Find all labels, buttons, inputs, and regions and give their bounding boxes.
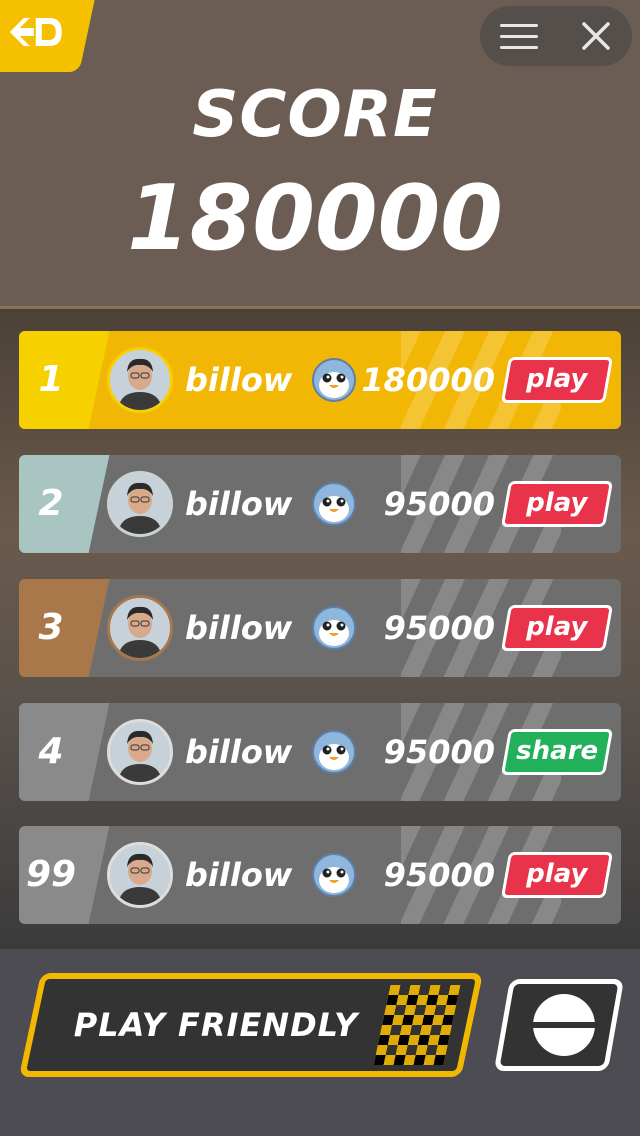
rank-badge: 99 — [19, 826, 119, 924]
leaderboard-row: 4 billow 95000 share — [19, 703, 621, 801]
rank-number: 4 — [38, 731, 64, 772]
footer-bar: PLAY FRIENDLY — [0, 949, 640, 1136]
leaderboard: 1 billow 180000 play 2 billow 95000 play… — [0, 309, 640, 949]
score-label: SCORE — [192, 78, 438, 152]
play-button-label: play — [526, 859, 588, 889]
play-friendly-label: PLAY FRIENDLY — [73, 1006, 359, 1044]
play-friendly-button[interactable]: PLAY FRIENDLY — [18, 973, 484, 1077]
player-name: billow — [185, 856, 293, 894]
player-score: 95000 — [383, 733, 495, 771]
share-button-label: share — [516, 736, 599, 766]
leaderboard-row: 2 billow 95000 play — [19, 455, 621, 553]
rank-number: 1 — [38, 359, 64, 400]
hd-logo-icon[interactable] — [0, 0, 97, 72]
menu-icon[interactable] — [500, 18, 538, 54]
rank-number: 2 — [38, 483, 64, 524]
rank-number: 99 — [25, 854, 77, 895]
avatar[interactable] — [107, 719, 173, 785]
player-score: 95000 — [383, 609, 495, 647]
share-button[interactable]: share — [500, 729, 614, 775]
close-icon[interactable] — [576, 16, 616, 56]
penguin-icon — [311, 852, 357, 898]
rank-badge: 4 — [19, 703, 119, 801]
player-name: billow — [185, 733, 293, 771]
avatar[interactable] — [107, 595, 173, 661]
play-button[interactable]: play — [500, 605, 614, 651]
play-button[interactable]: play — [500, 852, 614, 898]
avatar[interactable] — [107, 471, 173, 537]
rank-badge: 1 — [19, 331, 119, 429]
leaderboard-row: 99 billow 95000 play — [19, 826, 621, 924]
player-name: billow — [185, 609, 293, 647]
penguin-icon — [311, 481, 357, 527]
player-score: 180000 — [361, 361, 495, 399]
leaderboard-row: 1 billow 180000 play — [19, 331, 621, 429]
play-button[interactable]: play — [500, 357, 614, 403]
penguin-icon — [311, 357, 357, 403]
ball-icon — [533, 994, 595, 1056]
avatar[interactable] — [107, 842, 173, 908]
player-score: 95000 — [383, 856, 495, 894]
play-button-label: play — [526, 612, 588, 642]
rank-badge: 2 — [19, 455, 119, 553]
play-button[interactable]: play — [500, 481, 614, 527]
avatar[interactable] — [107, 347, 173, 413]
score-value: 180000 — [127, 166, 503, 271]
play-button-label: play — [526, 364, 588, 394]
play-button-label: play — [526, 488, 588, 518]
player-name: billow — [185, 361, 293, 399]
player-score: 95000 — [383, 485, 495, 523]
rank-number: 3 — [38, 607, 64, 648]
penguin-icon — [311, 729, 357, 775]
leaderboard-row: 3 billow 95000 play — [19, 579, 621, 677]
ball-button[interactable] — [493, 979, 625, 1071]
rank-badge: 3 — [19, 579, 119, 677]
penguin-icon — [311, 605, 357, 651]
top-controls — [480, 6, 632, 66]
player-name: billow — [185, 485, 293, 523]
score-header: SCORE 180000 — [0, 0, 640, 309]
